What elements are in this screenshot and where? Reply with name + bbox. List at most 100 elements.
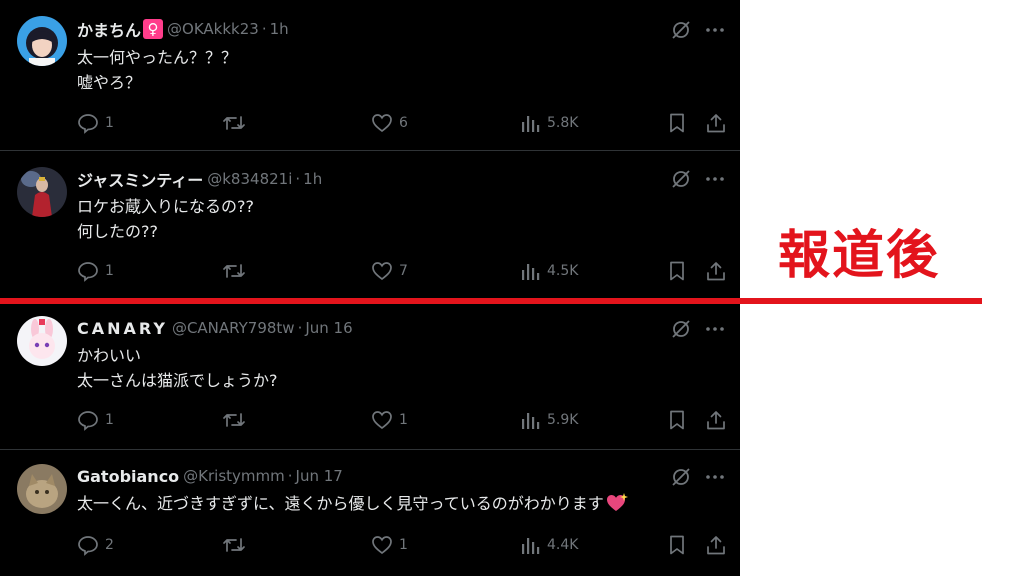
reply-icon xyxy=(78,114,98,134)
timestamp[interactable]: Jun 17 xyxy=(296,467,343,485)
tweet-text-line: かわいい xyxy=(77,346,142,365)
view-count: 5.9K xyxy=(547,412,579,428)
display-name[interactable]: ジャスミンティー xyxy=(77,167,203,191)
like-button[interactable]: 1 xyxy=(371,409,408,431)
heart-icon xyxy=(372,536,392,555)
share-button[interactable] xyxy=(705,260,727,282)
display-name[interactable]: Gatobianco xyxy=(77,467,179,486)
like-button[interactable]: 6 xyxy=(371,112,408,134)
action-bar: 1 1 5.9K xyxy=(0,409,740,433)
share-button[interactable] xyxy=(705,409,727,431)
bookmark-icon xyxy=(670,113,684,133)
reply-icon xyxy=(78,411,98,431)
red-divider-line xyxy=(0,298,982,304)
avatar[interactable] xyxy=(17,316,67,366)
tweet-reply[interactable]: CANARY @CANARY798tw · Jun 16 かわいい 太一さんは猫… xyxy=(0,304,740,450)
bookmark-button[interactable] xyxy=(666,409,688,431)
user-handle[interactable]: @CANARY798tw xyxy=(172,319,295,337)
grok-icon[interactable] xyxy=(670,466,692,488)
like-count: 1 xyxy=(399,537,408,553)
reply-icon xyxy=(78,536,98,556)
tweet-reply[interactable]: ジャスミンティー @k834821i · 1h ロケお蔵入りになるの?? 何した… xyxy=(0,151,740,301)
more-options-icon[interactable] xyxy=(704,168,726,190)
dot-separator: · xyxy=(295,170,301,188)
like-button[interactable]: 7 xyxy=(371,260,408,282)
user-handle[interactable]: @Kristymmm xyxy=(183,467,285,485)
grok-icon[interactable] xyxy=(670,318,692,340)
reply-button[interactable]: 2 xyxy=(77,534,114,556)
bookmark-button[interactable] xyxy=(666,260,688,282)
like-count: 1 xyxy=(399,412,408,428)
repost-button[interactable] xyxy=(222,534,252,556)
user-handle[interactable]: @k834821i xyxy=(207,170,292,188)
dot-separator: · xyxy=(287,467,293,485)
timestamp[interactable]: Jun 16 xyxy=(305,319,352,337)
heart-icon xyxy=(372,114,392,133)
annotation-label: 報道後 xyxy=(778,226,941,286)
grok-icon[interactable] xyxy=(670,168,692,190)
action-bar: 1 6 5.8K xyxy=(0,112,740,136)
tweet-reply[interactable]: Gatobianco @Kristymmm · Jun 17 太一くん、近づきす… xyxy=(0,450,740,576)
share-icon xyxy=(707,262,725,281)
avatar[interactable] xyxy=(17,167,67,217)
tweet-text: 太一くん、近づきすぎずに、遠くから優しく見守っているのがわかります xyxy=(77,494,604,513)
timestamp[interactable]: 1h xyxy=(270,20,289,38)
share-button[interactable] xyxy=(705,534,727,556)
views-chart-icon xyxy=(522,264,540,280)
views-chart-icon xyxy=(522,538,540,554)
views-button[interactable]: 4.4K xyxy=(519,534,578,556)
more-options-icon[interactable] xyxy=(704,19,726,41)
tweet-text-line: 何したの?? xyxy=(77,222,158,241)
share-icon xyxy=(707,536,725,555)
display-name[interactable]: CANARY xyxy=(77,319,168,338)
dot-separator: · xyxy=(261,20,267,38)
avatar[interactable] xyxy=(17,464,67,514)
reply-count: 2 xyxy=(105,537,114,553)
female-sign-icon: ♀ xyxy=(143,19,164,39)
share-button[interactable] xyxy=(705,112,727,134)
view-count: 4.5K xyxy=(547,263,579,279)
tweet-text-line: 太一さんは猫派でしょうか? xyxy=(77,371,278,390)
views-button[interactable]: 5.9K xyxy=(519,409,578,431)
tweet-header: かまちん ♀ @OKAkkk23 · 1h xyxy=(77,18,289,40)
reply-button[interactable]: 1 xyxy=(77,409,114,431)
repost-icon xyxy=(223,116,245,130)
action-bar: 1 7 4.5K xyxy=(0,260,740,284)
more-options-icon[interactable] xyxy=(704,318,726,340)
like-count: 6 xyxy=(399,115,408,131)
reply-count: 1 xyxy=(105,263,114,279)
tweet-header: CANARY @CANARY798tw · Jun 16 xyxy=(77,317,353,339)
bookmark-button[interactable] xyxy=(666,112,688,134)
tweet-text-line: 嘘やろ？ xyxy=(77,73,142,92)
share-icon xyxy=(707,411,725,430)
tweet-reply[interactable]: かまちん ♀ @OKAkkk23 · 1h 太一何やったん？？？ 嘘やろ？ 1 xyxy=(0,0,740,151)
grok-icon[interactable] xyxy=(670,19,692,41)
views-button[interactable]: 4.5K xyxy=(519,260,578,282)
sparkling-heart-icon xyxy=(606,493,628,511)
display-name[interactable]: かまちん xyxy=(77,17,141,41)
repost-button[interactable] xyxy=(222,112,252,134)
bookmark-icon xyxy=(670,535,684,555)
heart-icon xyxy=(372,262,392,281)
views-button[interactable]: 5.8K xyxy=(519,112,578,134)
repost-button[interactable] xyxy=(222,260,252,282)
tweet-text-line: 太一何やったん？？？ xyxy=(77,48,238,67)
timestamp[interactable]: 1h xyxy=(303,170,322,188)
tweet-text-line: 太一くん、近づきすぎずに、遠くから優しく見守っているのがわかります xyxy=(77,492,628,516)
more-options-icon[interactable] xyxy=(704,466,726,488)
bookmark-button[interactable] xyxy=(666,534,688,556)
action-bar: 2 1 4.4K xyxy=(0,534,740,558)
repost-icon xyxy=(223,264,245,278)
reply-icon xyxy=(78,262,98,282)
share-icon xyxy=(707,114,725,133)
reply-button[interactable]: 1 xyxy=(77,260,114,282)
avatar[interactable] xyxy=(17,16,67,66)
reply-button[interactable]: 1 xyxy=(77,112,114,134)
screenshot-stage: かまちん ♀ @OKAkkk23 · 1h 太一何やったん？？？ 嘘やろ？ 1 xyxy=(0,0,1024,576)
repost-button[interactable] xyxy=(222,409,252,431)
user-handle[interactable]: @OKAkkk23 xyxy=(167,20,259,38)
tweet-text-line: ロケお蔵入りになるの?? xyxy=(77,197,254,216)
like-count: 7 xyxy=(399,263,408,279)
like-button[interactable]: 1 xyxy=(371,534,408,556)
bookmark-icon xyxy=(670,261,684,281)
